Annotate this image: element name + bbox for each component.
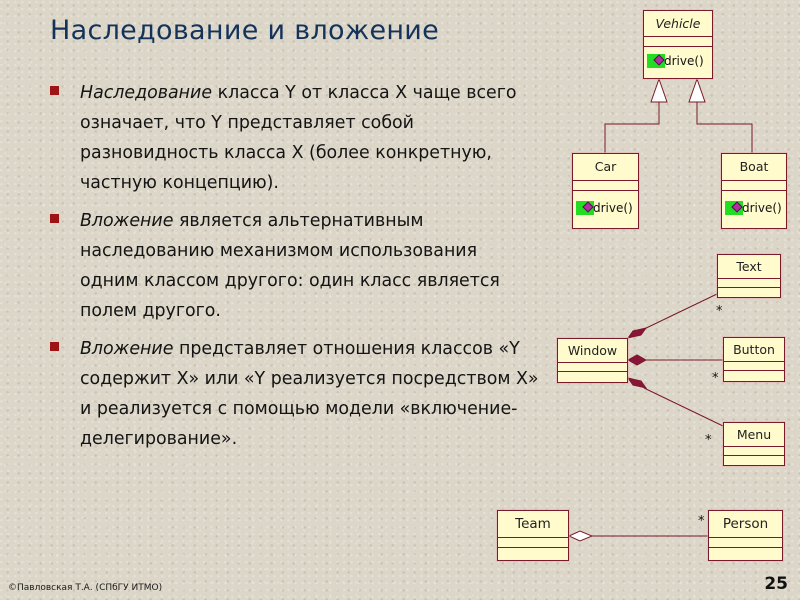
- class-name: Text: [718, 255, 780, 279]
- method-row: drive(): [573, 191, 638, 228]
- uml-class-car: Car drive(): [572, 153, 639, 229]
- footer-copyright: ©Павловская Т.А. (СПбГУ ИТМО): [8, 583, 163, 593]
- attributes-section: [724, 362, 784, 371]
- inheritance-line-car: [604, 102, 660, 153]
- public-method-icon: [647, 54, 665, 68]
- class-name: Window: [558, 339, 627, 363]
- attributes-section: [718, 279, 780, 288]
- composition-line-text: [639, 293, 718, 332]
- multiplicity-menu: *: [705, 433, 712, 448]
- uml-class-vehicle: Vehicle drive(): [643, 10, 713, 79]
- uml-class-button: Button: [723, 337, 785, 382]
- multiplicity-person: *: [698, 514, 705, 529]
- uml-class-boat: Boat drive(): [721, 153, 787, 229]
- uml-class-person: Person: [708, 510, 783, 561]
- class-name: Vehicle: [644, 11, 712, 37]
- method-label: drive(): [593, 201, 633, 215]
- attributes-section: [644, 37, 712, 47]
- method-row: drive(): [722, 191, 786, 228]
- method-label: drive(): [664, 54, 704, 68]
- class-name: Team: [498, 511, 568, 538]
- attributes-section: [722, 181, 786, 191]
- attributes-section: [498, 538, 568, 548]
- uml-class-team: Team: [497, 510, 569, 561]
- inheritance-arrow-boat: [688, 77, 706, 103]
- method-label: drive(): [742, 201, 782, 215]
- class-name: Boat: [722, 154, 786, 181]
- class-name: Car: [573, 154, 638, 181]
- aggregation-diamond-person: [567, 530, 594, 542]
- class-name: Button: [724, 338, 784, 362]
- class-name: Menu: [724, 423, 784, 447]
- inheritance-line-boat: [696, 102, 753, 153]
- uml-class-window: Window: [557, 338, 628, 383]
- composition-diamond-menu: [626, 377, 648, 389]
- public-method-icon: [725, 201, 743, 215]
- attributes-section: [709, 538, 782, 548]
- public-method-icon: [576, 201, 594, 215]
- composition-line-menu: [643, 387, 724, 427]
- attributes-section: [724, 447, 784, 456]
- composition-diamond-button: [626, 354, 648, 366]
- attributes-section: [573, 181, 638, 191]
- multiplicity-text: *: [716, 304, 723, 319]
- composition-diamond-text: [626, 327, 648, 339]
- attributes-section: [558, 363, 627, 372]
- inheritance-arrow-car: [650, 77, 668, 103]
- class-name: Person: [709, 511, 782, 538]
- uml-class-text: Text: [717, 254, 781, 298]
- uml-class-menu: Menu: [723, 422, 785, 466]
- page-number: 25: [764, 574, 788, 594]
- multiplicity-button: *: [712, 371, 719, 386]
- method-row: drive(): [644, 47, 712, 78]
- uml-connectors: [567, 77, 753, 542]
